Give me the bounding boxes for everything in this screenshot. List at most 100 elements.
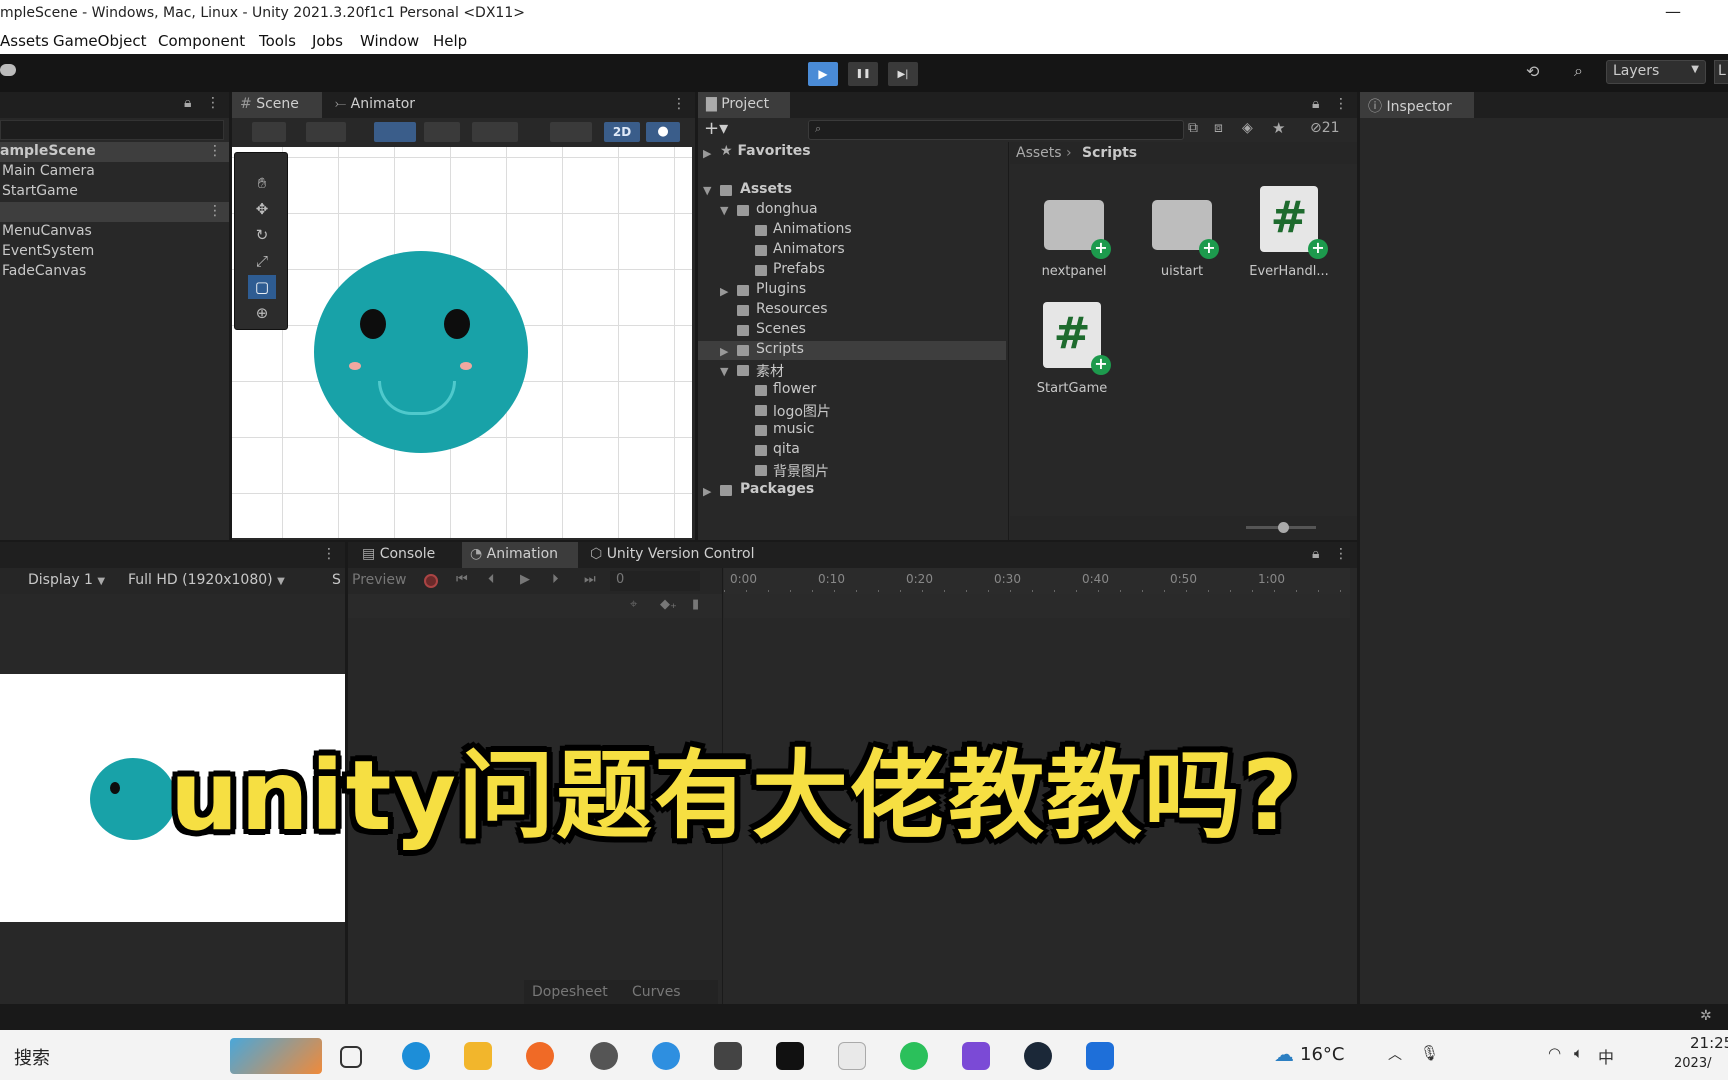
tab-animation[interactable]: ◔ Animation bbox=[462, 542, 578, 568]
volume-icon[interactable]: 🔈︎ bbox=[1574, 1044, 1583, 1062]
ime-indicator[interactable]: 中 bbox=[1598, 1044, 1614, 1068]
preview-toggle[interactable]: Preview bbox=[352, 572, 407, 588]
tree-prefabs[interactable]: Prefabs bbox=[773, 261, 825, 277]
photos-icon[interactable] bbox=[1086, 1042, 1114, 1070]
lock-icon[interactable]: 🔒︎ bbox=[184, 95, 191, 111]
menu-help[interactable]: Help bbox=[433, 32, 467, 50]
display-dropdown[interactable]: Display 1 ▼ bbox=[28, 572, 105, 588]
lighting-toggle-icon[interactable]: ● bbox=[646, 122, 680, 142]
menu-tools[interactable]: Tools bbox=[259, 32, 296, 50]
game-more-icon[interactable]: ⋮ bbox=[322, 546, 336, 562]
tree-music[interactable]: music bbox=[773, 421, 814, 437]
last-key-icon[interactable]: ⏭ bbox=[584, 572, 596, 587]
record-button[interactable] bbox=[424, 574, 438, 588]
smiley-sprite[interactable] bbox=[314, 251, 528, 453]
sogou-icon[interactable] bbox=[652, 1042, 680, 1070]
dopesheet-tab[interactable]: Dopesheet bbox=[532, 984, 608, 1000]
tree-favorites[interactable]: ★ Favorites bbox=[720, 143, 811, 159]
hierarchy-search-input[interactable] bbox=[0, 120, 224, 140]
breadcrumb-assets[interactable]: Assets bbox=[1016, 145, 1062, 161]
increment-dropdown[interactable] bbox=[472, 122, 518, 142]
filter-type-icon[interactable]: ⧈ bbox=[1214, 120, 1223, 136]
debug-icon[interactable]: ✲ bbox=[1700, 1008, 1712, 1024]
scale-tool-icon[interactable]: ⤢ bbox=[248, 249, 276, 273]
rect-tool-icon[interactable]: ▢ bbox=[248, 275, 276, 299]
prev-key-icon[interactable]: ⏴ bbox=[488, 572, 495, 587]
icon-size-slider-handle[interactable] bbox=[1278, 522, 1289, 533]
edge-browser-icon[interactable] bbox=[402, 1042, 430, 1070]
steam-icon[interactable] bbox=[1024, 1042, 1052, 1070]
tree-scripts[interactable]: Scripts bbox=[756, 341, 804, 357]
grid-snap-toggle[interactable] bbox=[374, 122, 416, 142]
hierarchy-item-startgame[interactable]: StartGame bbox=[2, 183, 78, 199]
visual-studio-icon[interactable] bbox=[962, 1042, 990, 1070]
firefox-icon[interactable] bbox=[526, 1042, 554, 1070]
layers-dropdown[interactable]: Layers ▼ bbox=[1606, 60, 1706, 84]
subscene-more-icon[interactable]: ⋮ bbox=[208, 203, 222, 219]
menu-window[interactable]: Window bbox=[360, 32, 419, 50]
weather-temperature[interactable]: 16°C bbox=[1300, 1044, 1344, 1065]
move-tool-icon[interactable]: ✥ bbox=[248, 197, 276, 221]
layout-dropdown[interactable]: L bbox=[1714, 60, 1728, 84]
task-view-icon[interactable] bbox=[340, 1046, 362, 1068]
tree-resources[interactable]: Resources bbox=[756, 301, 828, 317]
wechat-icon[interactable] bbox=[900, 1042, 928, 1070]
transform-tool-icon[interactable]: ⊕ bbox=[248, 301, 276, 325]
tab-project[interactable]: ▇ Project bbox=[698, 92, 790, 118]
project-search-input[interactable]: ⌕ bbox=[808, 120, 1184, 140]
hierarchy-item-scene[interactable]: ampleScene bbox=[0, 143, 96, 159]
snap-dropdown[interactable] bbox=[424, 122, 460, 142]
project-more-icon[interactable]: ⋮ bbox=[1334, 96, 1348, 112]
unity-editor-icon[interactable] bbox=[776, 1042, 804, 1070]
add-keyframe-icon[interactable]: ◆₊ bbox=[660, 597, 677, 612]
tab-unity-version-control[interactable]: ⬡ Unity Version Control bbox=[582, 542, 762, 568]
tab-inspector[interactable]: ⓘ Inspector bbox=[1360, 92, 1474, 118]
tree-donghua[interactable]: donghua bbox=[756, 201, 818, 217]
label-filter-icon[interactable]: ◈ bbox=[1242, 120, 1253, 136]
event-track[interactable] bbox=[724, 594, 1350, 618]
asset-label[interactable]: EverHandl... bbox=[1234, 264, 1344, 279]
tree-plugins[interactable]: Plugins bbox=[756, 281, 806, 297]
asset-label[interactable]: uistart bbox=[1127, 264, 1237, 279]
curves-tab[interactable]: Curves bbox=[632, 984, 681, 1000]
tree-animators[interactable]: Animators bbox=[773, 241, 845, 257]
hierarchy-item-main-camera[interactable]: Main Camera bbox=[2, 163, 95, 179]
clock-date[interactable]: 2023/ bbox=[1674, 1056, 1711, 1071]
draw-mode-dropdown[interactable] bbox=[252, 122, 286, 142]
next-key-icon[interactable]: ⏵ bbox=[552, 572, 559, 587]
play-button[interactable]: ▶ bbox=[808, 62, 838, 86]
tab-animator[interactable]: ⤚ Animator bbox=[327, 92, 423, 118]
add-asset-button[interactable]: +▾ bbox=[704, 118, 728, 139]
tree-scenes[interactable]: Scenes bbox=[756, 321, 806, 337]
scene-more-icon[interactable]: ⋮ bbox=[208, 143, 222, 159]
tree-assets[interactable]: Assets bbox=[740, 181, 792, 197]
tree-logo-images[interactable]: logo图片 bbox=[773, 401, 831, 421]
tree-background-images[interactable]: 背景图片 bbox=[773, 461, 829, 481]
menu-assets[interactable]: Assets bbox=[0, 32, 49, 50]
hierarchy-item-eventsystem[interactable]: EventSystem bbox=[2, 243, 94, 259]
wifi-icon[interactable]: ◠ bbox=[1548, 1044, 1561, 1062]
scene-viewport[interactable] bbox=[232, 147, 692, 538]
add-event-icon[interactable]: ▮ bbox=[692, 597, 699, 612]
tray-chevron-icon[interactable]: ︿ bbox=[1388, 1044, 1402, 1064]
tab-scene[interactable]: # Scene bbox=[232, 92, 322, 118]
frame-input[interactable]: 0 bbox=[610, 571, 700, 591]
history-icon[interactable]: ⟲ bbox=[1526, 62, 1539, 81]
more-icon[interactable]: ⋮ bbox=[206, 95, 220, 111]
search-options-icon[interactable]: ⧉ bbox=[1188, 120, 1198, 136]
unity-hub-icon[interactable] bbox=[714, 1042, 742, 1070]
mic-icon[interactable]: 🎙︎ bbox=[1420, 1044, 1439, 1062]
hidden-count-badge[interactable]: ⊘21 bbox=[1310, 120, 1340, 136]
cloud-icon[interactable] bbox=[0, 64, 16, 76]
clock-time[interactable]: 21:25 bbox=[1690, 1034, 1728, 1052]
gizmo-dropdown[interactable] bbox=[550, 122, 592, 142]
app-window-icon[interactable] bbox=[838, 1042, 866, 1070]
menu-gameobject[interactable]: GameObject bbox=[53, 32, 147, 50]
asset-label[interactable]: StartGame bbox=[1017, 381, 1127, 396]
2d-toggle-button[interactable]: 2D bbox=[604, 122, 640, 142]
search-icon[interactable]: ⌕ bbox=[1574, 61, 1583, 81]
pause-button[interactable]: ❚❚ bbox=[848, 62, 878, 86]
project-lock-icon[interactable]: 🔒︎ bbox=[1312, 96, 1319, 112]
tree-sucai[interactable]: 素材 bbox=[756, 361, 784, 381]
hand-tool-icon[interactable]: ✋︎ bbox=[248, 171, 276, 195]
